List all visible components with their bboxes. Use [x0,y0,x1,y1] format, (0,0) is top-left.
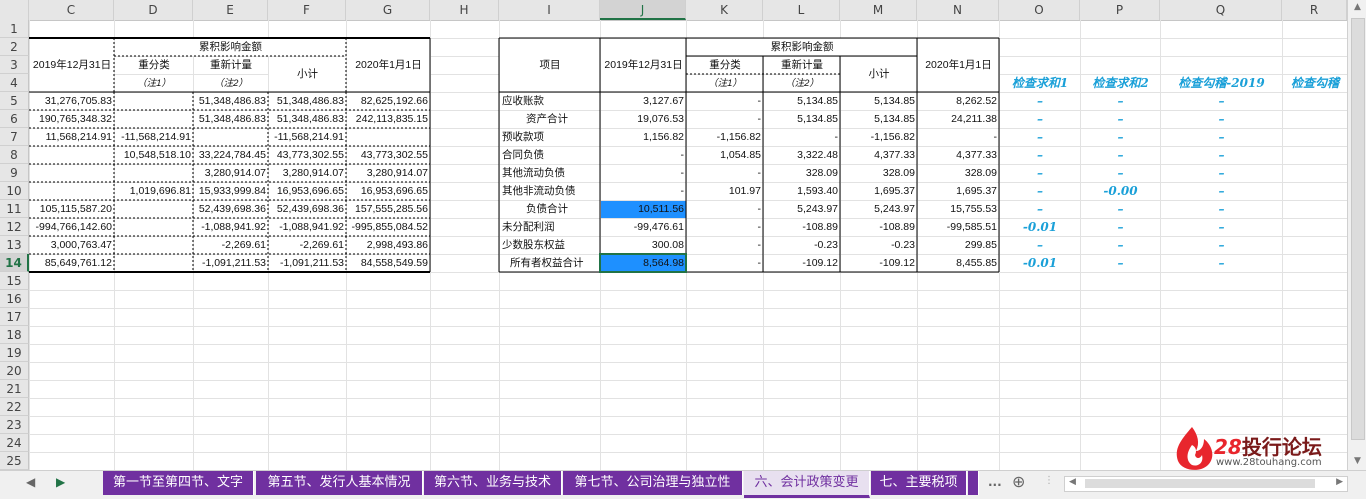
logo-number: 28 [1214,435,1242,459]
splitter-icon[interactable]: ⋮ [1044,475,1054,486]
table-borders [29,37,1000,273]
hscroll-thumb[interactable] [1085,479,1315,488]
horizontal-scrollbar[interactable]: ◀ ▶ [1064,476,1348,492]
flame-icon [1176,427,1213,470]
logo: 28投行论坛 www.28touhang.com [1170,425,1345,475]
sheet-tab[interactable]: 第五节、发行人基本情况 [256,471,423,495]
sheet-tab[interactable]: 第七节、公司治理与独立性 [563,471,743,495]
vertical-scrollbar[interactable]: ▲ ▼ [1347,0,1366,470]
sheet-tab[interactable]: 六、会计政策变更 [744,471,870,498]
more-tabs-button[interactable]: ... [988,475,1002,489]
hscroll-right-icon[interactable]: ▶ [1336,477,1343,487]
sheet-tab-bar: ◀ ▶ 第一节至第四节、文字 第五节、发行人基本情况 第六节、业务与技术 第七节、公司… [0,470,1366,499]
hscroll-left-icon[interactable]: ◀ [1069,477,1076,487]
logo-url: www.28touhang.com [1216,457,1322,468]
sheet-tab[interactable]: 第一节至第四节、文字 [103,471,254,495]
sheet-tab[interactable]: 七、主要税项 [871,471,967,495]
add-sheet-icon[interactable]: ⊕ [1012,472,1025,491]
active-cell-selection[interactable] [599,253,687,273]
scroll-thumb[interactable] [1351,18,1365,440]
logo-text: 投行论坛 [1241,435,1322,459]
spreadsheet-grid[interactable]: CDEFGHIJKLMNOPQR 1 2 3 4 5 6 7 8 9 10 11 12 13 14 15 16… [0,0,1347,470]
tab-scroll-left-icon[interactable]: ◀ [26,475,35,489]
sheet-tab[interactable]: 第六节、业务与技术 [424,471,562,495]
scroll-up-icon[interactable]: ▲ [1348,2,1366,12]
tab-scroll-right-icon[interactable]: ▶ [56,475,65,489]
scroll-down-icon[interactable]: ▼ [1348,456,1366,466]
sheet-tab-partial[interactable] [968,471,979,495]
